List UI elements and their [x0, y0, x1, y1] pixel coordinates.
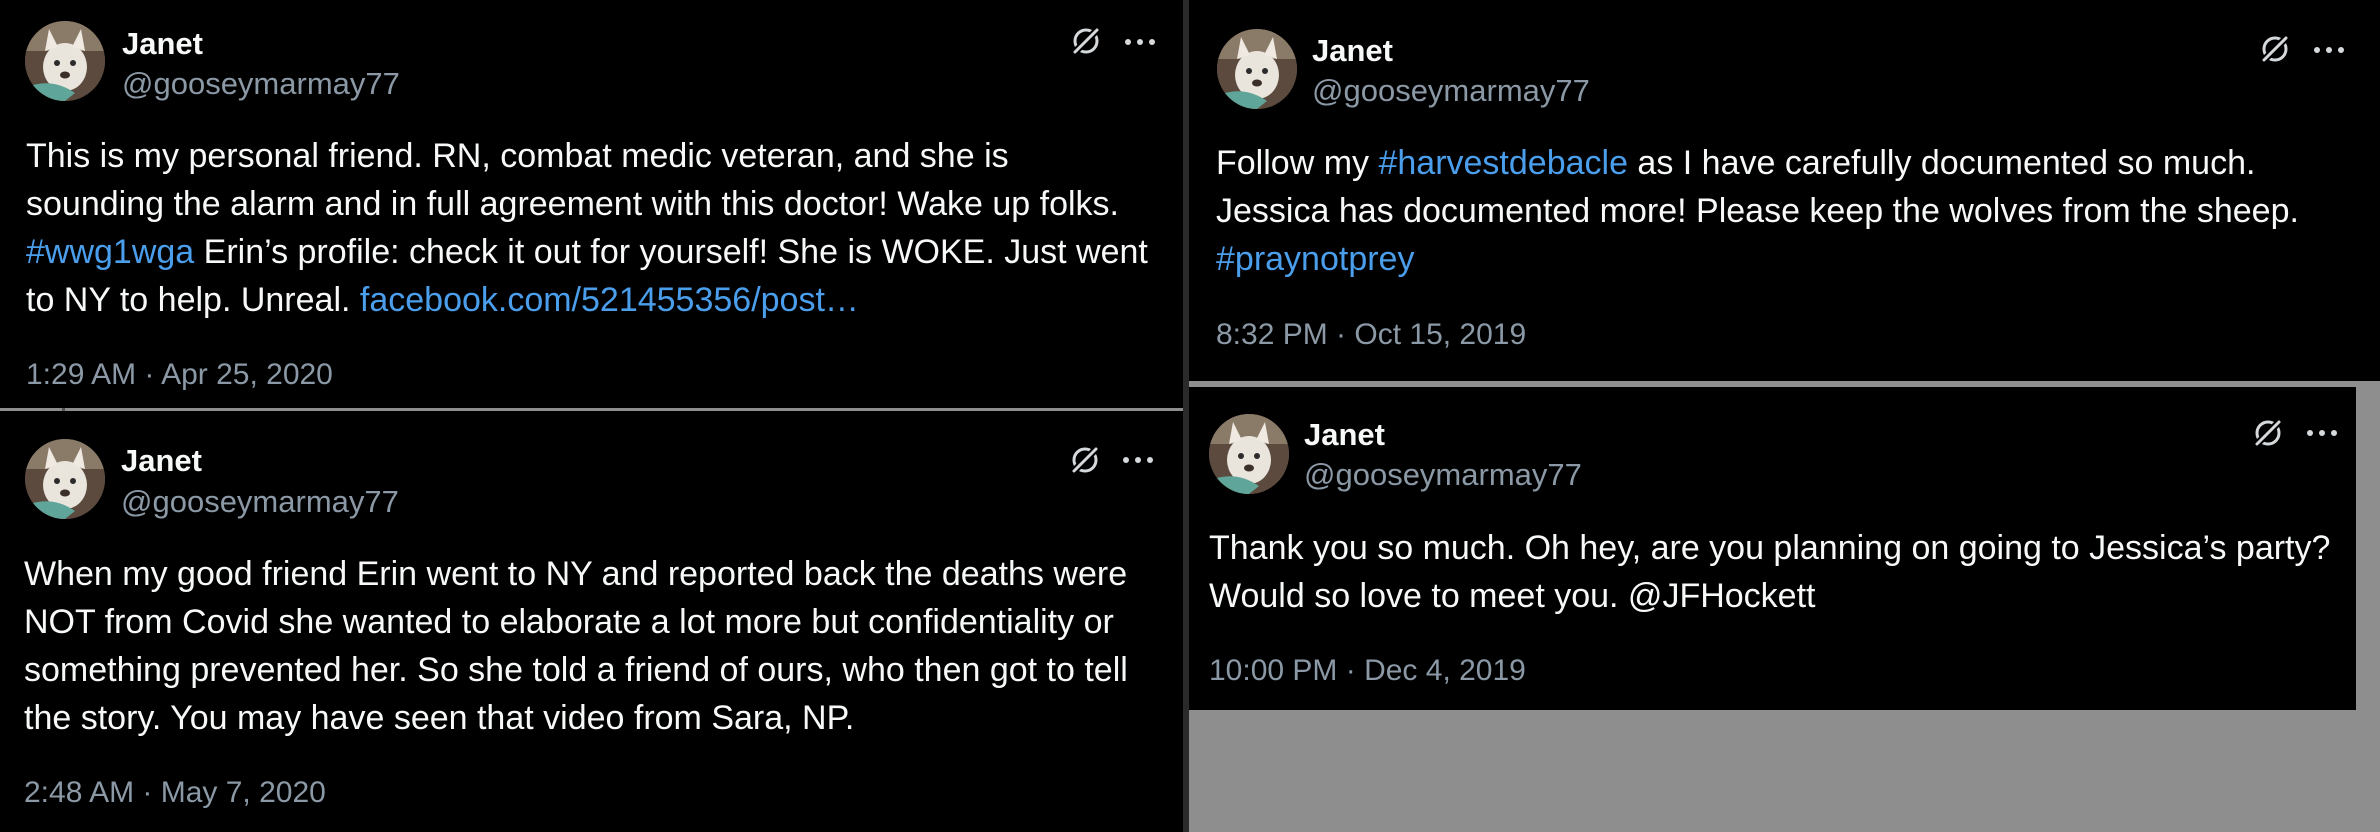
dot-icon [2307, 430, 2313, 436]
tweet-text-line: sounding the alarm and in full agreement… [26, 180, 1148, 228]
tweet-text-line: When my good friend Erin went to NY and … [24, 550, 1128, 598]
tweet-card[interactable]: Janet @gooseymarmay77 This is my persona… [0, 0, 1183, 408]
tweet-text-segment: When my good friend Erin went to NY and … [24, 555, 1128, 593]
tweet-text: This is my personal friend. RN, combat m… [26, 132, 1148, 324]
tweet-text-segment: Would so love to meet you. @JFHockett [1209, 577, 1816, 615]
avatar[interactable] [25, 21, 105, 101]
tweet-text-segment: something prevented her. So she told a f… [24, 651, 1128, 689]
tweet-text-segment: sounding the alarm and in full agreement… [26, 185, 1119, 223]
dot-icon [1137, 39, 1143, 45]
tweet-text-segment: Thank you so much. Oh hey, are you plann… [1209, 529, 2331, 567]
tweet-timestamp[interactable]: 10:00 PM · Dec 4, 2019 [1209, 654, 1526, 688]
author-name[interactable]: Janet [122, 26, 203, 62]
dog-avatar-icon [1217, 29, 1297, 109]
more-options-icon[interactable] [2312, 44, 2346, 56]
author-name[interactable]: Janet [1312, 33, 1393, 69]
x-logo-icon[interactable] [2258, 32, 2292, 66]
tweet-text-segment: NOT from Covid she wanted to elaborate a… [24, 603, 1114, 641]
tweet-text-line: Follow my #harvestdebacle as I have care… [1216, 139, 2299, 187]
tweet-text-segment: to NY to help. Unreal. [26, 281, 360, 319]
tweet-text-line: the story. You may have seen that video … [24, 694, 1128, 742]
tweet-text-segment: Erin’s profile: check it out for yoursel… [194, 233, 1148, 271]
author-name[interactable]: Janet [1304, 417, 1385, 453]
tweet-text: Thank you so much. Oh hey, are you plann… [1209, 524, 2330, 620]
dot-icon [1123, 457, 1129, 463]
dot-icon [2319, 430, 2325, 436]
author-handle[interactable]: @gooseymarmay77 [122, 66, 400, 102]
tweet-timestamp[interactable]: 2:48 AM · May 7, 2020 [24, 776, 326, 810]
x-logo-icon[interactable] [2251, 416, 2285, 450]
tweet-text-line: #praynotprey [1216, 235, 2299, 283]
avatar[interactable] [25, 439, 105, 519]
dot-icon [2326, 47, 2332, 53]
dog-avatar-icon [25, 439, 105, 519]
avatar[interactable] [1217, 29, 1297, 109]
tweet-text-line: Jessica has documented more! Please keep… [1216, 187, 2299, 235]
dog-avatar-icon [1209, 414, 1289, 494]
hashtag-link[interactable]: #harvestdebacle [1378, 144, 1628, 182]
hashtag-link[interactable]: #praynotprey [1216, 240, 1414, 278]
tweet-text-line: Would so love to meet you. @JFHockett [1209, 572, 2330, 620]
hashtag-link[interactable]: #wwg1wga [26, 233, 194, 271]
x-logo-icon[interactable] [1068, 443, 1102, 477]
avatar[interactable] [1209, 414, 1289, 494]
tweet-text-segment: as I have carefully documented so much. [1627, 144, 2256, 182]
tweet-text-segment: This is my personal friend. RN, combat m… [26, 137, 1009, 175]
dog-avatar-icon [25, 21, 105, 101]
tweet-text-segment: the story. You may have seen that video … [24, 699, 855, 737]
tweet-text-line: #wwg1wga Erin’s profile: check it out fo… [26, 228, 1148, 276]
x-logo-icon[interactable] [1069, 24, 1103, 58]
tweet-text-segment: Jessica has documented more! Please keep… [1216, 192, 2299, 230]
tweet-timestamp[interactable]: 8:32 PM · Oct 15, 2019 [1216, 318, 1526, 352]
author-handle[interactable]: @gooseymarmay77 [1312, 73, 1590, 109]
author-name[interactable]: Janet [121, 443, 202, 479]
tweet-text-line: This is my personal friend. RN, combat m… [26, 132, 1148, 180]
tweet-text-line: something prevented her. So she told a f… [24, 646, 1128, 694]
tweet-card[interactable]: Janet @gooseymarmay77 When my good frien… [0, 411, 1183, 832]
dot-icon [1149, 39, 1155, 45]
more-options-icon[interactable] [2305, 427, 2339, 439]
tweet-text-line: to NY to help. Unreal. facebook.com/5214… [26, 276, 1148, 324]
tweet-text: When my good friend Erin went to NY and … [24, 550, 1128, 742]
more-options-icon[interactable] [1121, 454, 1155, 466]
url-link[interactable]: facebook.com/521455356/post… [360, 281, 859, 319]
tweet-timestamp[interactable]: 1:29 AM · Apr 25, 2020 [26, 358, 333, 392]
more-options-icon[interactable] [1123, 36, 1157, 48]
tweet-text-segment: Follow my [1216, 144, 1379, 182]
dot-icon [1125, 39, 1131, 45]
dot-icon [2314, 47, 2320, 53]
tweet-card[interactable]: Janet @gooseymarmay77 Thank you so much.… [1189, 387, 2356, 710]
author-handle[interactable]: @gooseymarmay77 [1304, 457, 1582, 493]
tweet-text-line: NOT from Covid she wanted to elaborate a… [24, 598, 1128, 646]
tweet-text-line: Thank you so much. Oh hey, are you plann… [1209, 524, 2330, 572]
tweet-card[interactable]: Janet @gooseymarmay77 Follow my #harvest… [1189, 0, 2380, 381]
dot-icon [1135, 457, 1141, 463]
author-handle[interactable]: @gooseymarmay77 [121, 484, 399, 520]
tweet-text: Follow my #harvestdebacle as I have care… [1216, 139, 2299, 283]
dot-icon [2331, 430, 2337, 436]
dot-icon [1147, 457, 1153, 463]
dot-icon [2338, 47, 2344, 53]
